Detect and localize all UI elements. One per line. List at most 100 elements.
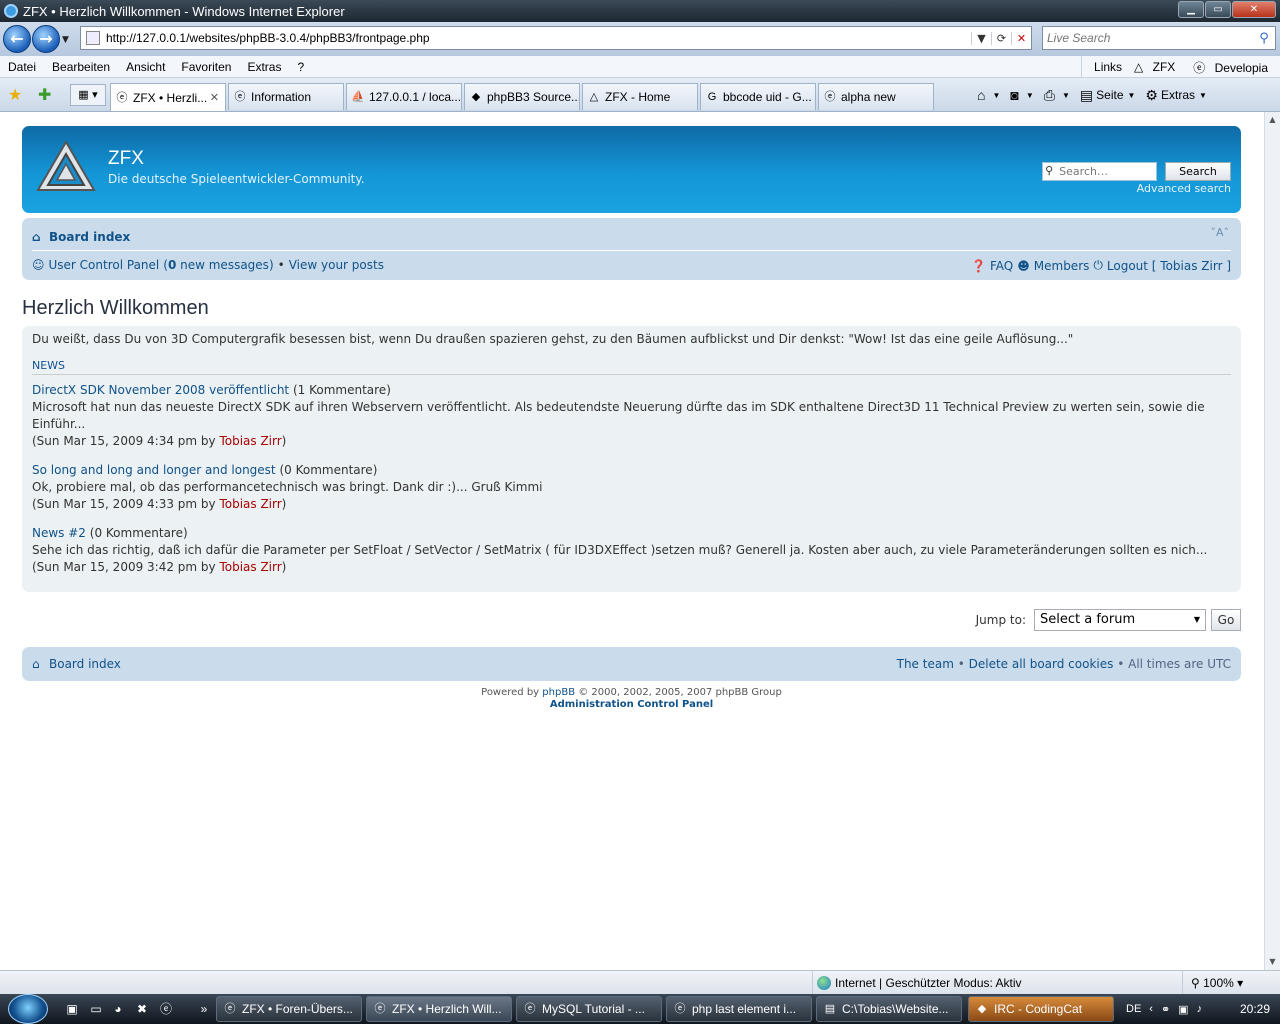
refresh-icon[interactable]: ⟳	[991, 31, 1011, 45]
faq-link[interactable]: FAQ	[990, 259, 1013, 273]
new-messages-link[interactable]: (0 new messages)	[163, 258, 273, 272]
close-button[interactable]: ✕	[1232, 1, 1276, 18]
tab-information[interactable]: ⓔ Information	[228, 83, 344, 110]
zoom-level[interactable]: ⚲ 100% ▾	[1182, 971, 1243, 995]
tab-phpbb-source[interactable]: ◆ phpBB3 Source...	[464, 83, 580, 110]
user-icon: ☺	[32, 258, 45, 272]
quick-tabs-button[interactable]: ▦ ▾	[70, 84, 106, 106]
page-menu-button[interactable]: ▤ Seite ▼	[1075, 87, 1141, 104]
task-explorer-folder[interactable]: ▤ C:\Tobias\Website...	[816, 996, 962, 1022]
home-button[interactable]: ⌂ ▼	[972, 87, 1005, 103]
forum-search-input[interactable]	[1042, 162, 1158, 181]
minimize-button[interactable]: ▁	[1178, 1, 1204, 18]
board-index-link[interactable]: Board index	[49, 230, 130, 244]
zfx-favicon-icon: ⓔ	[116, 91, 128, 104]
tab-zfx-home[interactable]: △ ZFX - Home	[582, 83, 698, 110]
change-font-size-toggle[interactable]: ˅A˄	[1210, 226, 1229, 239]
menu-help[interactable]: ?	[289, 60, 312, 74]
back-button[interactable]: ←	[3, 25, 31, 53]
news-title-link[interactable]: DirectX SDK November 2008 veröffentlicht	[32, 383, 289, 397]
live-search-box[interactable]: ⚲	[1042, 26, 1276, 50]
feeds-button[interactable]: ◙ ▼	[1005, 87, 1038, 103]
ie-logo-icon	[4, 4, 18, 18]
tab-phpmyadmin[interactable]: ⛵ 127.0.0.1 / loca...	[346, 83, 462, 110]
switch-windows-icon[interactable]: ▭	[88, 1001, 104, 1017]
the-team-link[interactable]: The team	[897, 657, 954, 671]
site-name[interactable]: ZFX	[108, 148, 144, 170]
news-title-link[interactable]: News #2	[32, 526, 86, 540]
tab-bbcode-uid[interactable]: G bbcode uid - G...	[700, 83, 816, 110]
history-dropdown-icon[interactable]: ▼	[62, 35, 69, 45]
more-quicklaunch-icon[interactable]: »	[196, 1001, 212, 1017]
print-button[interactable]: ⎙ ▼	[1039, 87, 1075, 104]
link-developia[interactable]: ⓔ Developia	[1187, 59, 1280, 76]
logout-link[interactable]: Logout [ Tobias Zirr ]	[1107, 259, 1231, 273]
stop-icon[interactable]: ✕	[1011, 31, 1031, 45]
clock[interactable]: 20:29	[1240, 1002, 1270, 1016]
forum-search-button[interactable]: Search	[1165, 162, 1231, 181]
task-zfx-foren[interactable]: ⓔ ZFX • Foren-Übers...	[216, 996, 362, 1022]
live-search-input[interactable]	[1043, 31, 1253, 45]
search-icon[interactable]: ⚲	[1253, 31, 1275, 46]
address-toolbar: ← → ▼ http://127.0.0.1/websites/phpBB-3.…	[0, 22, 1280, 56]
task-zfx-herzlich[interactable]: ⓔ ZFX • Herzlich Will...	[366, 996, 512, 1022]
network-icon[interactable]: ⚭	[1161, 1003, 1170, 1016]
menu-datei[interactable]: Datei	[0, 60, 44, 74]
ie-quicklaunch-icon[interactable]: ⓔ	[158, 1001, 174, 1017]
advanced-search-link[interactable]: Advanced search	[1137, 182, 1231, 195]
address-url[interactable]: http://127.0.0.1/websites/phpBB-3.0.4/ph…	[106, 31, 971, 45]
app-quicklaunch-icon[interactable]: ✖	[134, 1001, 150, 1017]
phpbb-link[interactable]: phpBB	[542, 687, 575, 698]
ucp-link[interactable]: User Control Panel	[49, 258, 160, 272]
news-title-link[interactable]: So long and long and longer and longest	[32, 463, 276, 477]
acp-link[interactable]: Administration Control Panel	[550, 699, 713, 710]
footer-links: The team • Delete all board cookies • Al…	[896, 657, 1231, 671]
welcome-panel: Du weißt, dass Du von 3D Computergrafik …	[22, 326, 1241, 592]
language-indicator[interactable]: DE	[1126, 1003, 1141, 1015]
news-author-link[interactable]: Tobias Zirr	[219, 497, 281, 511]
zfx-logo-icon[interactable]	[36, 140, 96, 194]
display-icon[interactable]: ▣	[1178, 1003, 1188, 1016]
news-author-link[interactable]: Tobias Zirr	[219, 434, 281, 448]
tab-close-icon[interactable]: ✕	[210, 91, 219, 104]
forum-navbar: ⌂ Board index ˅A˄ ☺ User Control Panel (…	[22, 218, 1241, 280]
go-button[interactable]: Go	[1211, 609, 1241, 631]
link-zfx[interactable]: △ ZFX	[1128, 60, 1187, 74]
menu-favoriten[interactable]: Favoriten	[173, 60, 239, 74]
favorites-star-icon[interactable]: ★	[8, 85, 22, 104]
news-author-link[interactable]: Tobias Zirr	[219, 560, 281, 574]
task-mysql-tutorial[interactable]: ⓔ MySQL Tutorial - ...	[516, 996, 662, 1022]
scroll-up-icon[interactable]: ▲	[1265, 112, 1280, 128]
zfx-triangle-icon: △	[589, 91, 599, 103]
task-php-last-element[interactable]: ⓔ php last element i...	[666, 996, 812, 1022]
maximize-button[interactable]: ▭	[1205, 1, 1231, 18]
task-irc-codingcat[interactable]: ◆ IRC - CodingCat	[968, 996, 1114, 1022]
address-bar[interactable]: http://127.0.0.1/websites/phpBB-3.0.4/ph…	[80, 26, 1032, 50]
view-posts-link[interactable]: View your posts	[289, 258, 384, 272]
forum-select[interactable]: Select a forum ▼	[1034, 609, 1206, 631]
menu-ansicht[interactable]: Ansicht	[118, 60, 173, 74]
vertical-scrollbar[interactable]: ▲ ▼	[1264, 112, 1280, 970]
tab-alpha-new[interactable]: ⓔ alpha new	[818, 83, 934, 110]
address-dropdown-icon[interactable]: ▼	[971, 31, 991, 45]
tray-expand-icon[interactable]: ‹	[1149, 1003, 1153, 1015]
menu-bar: Datei Bearbeiten Ansicht Favoriten Extra…	[0, 56, 1280, 78]
show-desktop-icon[interactable]: ▣	[64, 1001, 80, 1017]
footer-board-index-link[interactable]: Board index	[49, 657, 121, 671]
volume-icon[interactable]: ♪	[1197, 1003, 1203, 1015]
scroll-down-icon[interactable]: ▼	[1265, 954, 1280, 970]
members-link[interactable]: Members	[1034, 259, 1090, 273]
tab-zfx-herzlich[interactable]: ⓔ ZFX • Herzli... ✕	[110, 83, 226, 111]
start-button[interactable]	[8, 994, 48, 1024]
forum-page: ZFX Die deutsche Spieleentwickler-Commun…	[22, 126, 1241, 711]
jump-to-box: Jump to: Select a forum ▼ Go	[22, 609, 1241, 631]
add-favorites-icon[interactable]: ✚	[38, 85, 51, 104]
rss-icon: ◙	[1010, 87, 1019, 103]
menu-bearbeiten[interactable]: Bearbeiten	[44, 60, 118, 74]
forward-button[interactable]: →	[32, 25, 60, 53]
media-player-icon[interactable]: ◕	[110, 1001, 126, 1017]
delete-cookies-link[interactable]: Delete all board cookies	[969, 657, 1114, 671]
security-zone[interactable]: Internet | Geschützter Modus: Aktiv	[812, 971, 1022, 995]
tools-menu-button[interactable]: ⚙ Extras ▼	[1140, 87, 1212, 104]
menu-extras[interactable]: Extras	[239, 60, 289, 74]
